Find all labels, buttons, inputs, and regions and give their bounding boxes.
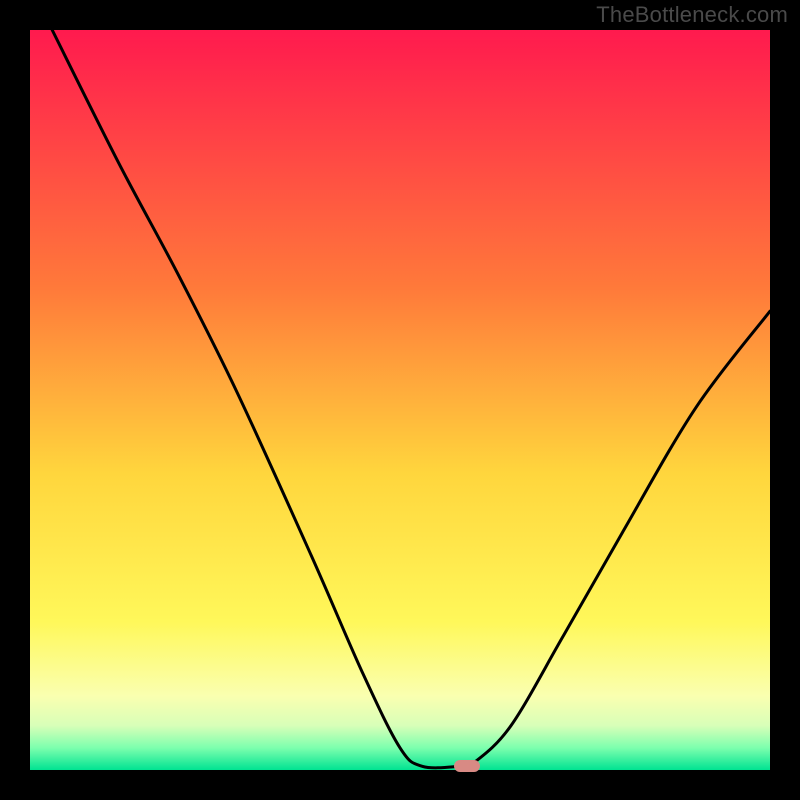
watermark-text: TheBottleneck.com [596, 2, 788, 28]
bottleneck-curve [30, 30, 770, 770]
plot-area [30, 30, 770, 770]
optimal-point-marker [454, 760, 480, 772]
